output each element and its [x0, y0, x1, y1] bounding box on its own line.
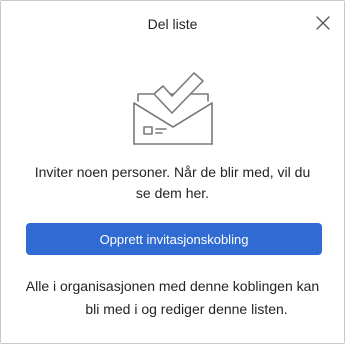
- note-line-2: bli med i og rediger denne listen.: [85, 301, 288, 317]
- create-invitation-link-button[interactable]: Opprett invitasjonskobling: [26, 223, 322, 255]
- envelope-checkmark-illustration: [132, 69, 214, 147]
- dialog-title: Del liste: [147, 16, 198, 32]
- note-line-1: Alle i organisasjonen med denne koblinge…: [25, 278, 320, 294]
- link-permission-note: Alle i organisasjonen med denne koblinge…: [23, 275, 322, 321]
- share-list-dialog: Del liste Inviter noen personer. Når de …: [0, 0, 345, 344]
- empty-state-message: Inviter noen personer. Når de blir med, …: [34, 164, 311, 201]
- close-icon[interactable]: [314, 14, 332, 32]
